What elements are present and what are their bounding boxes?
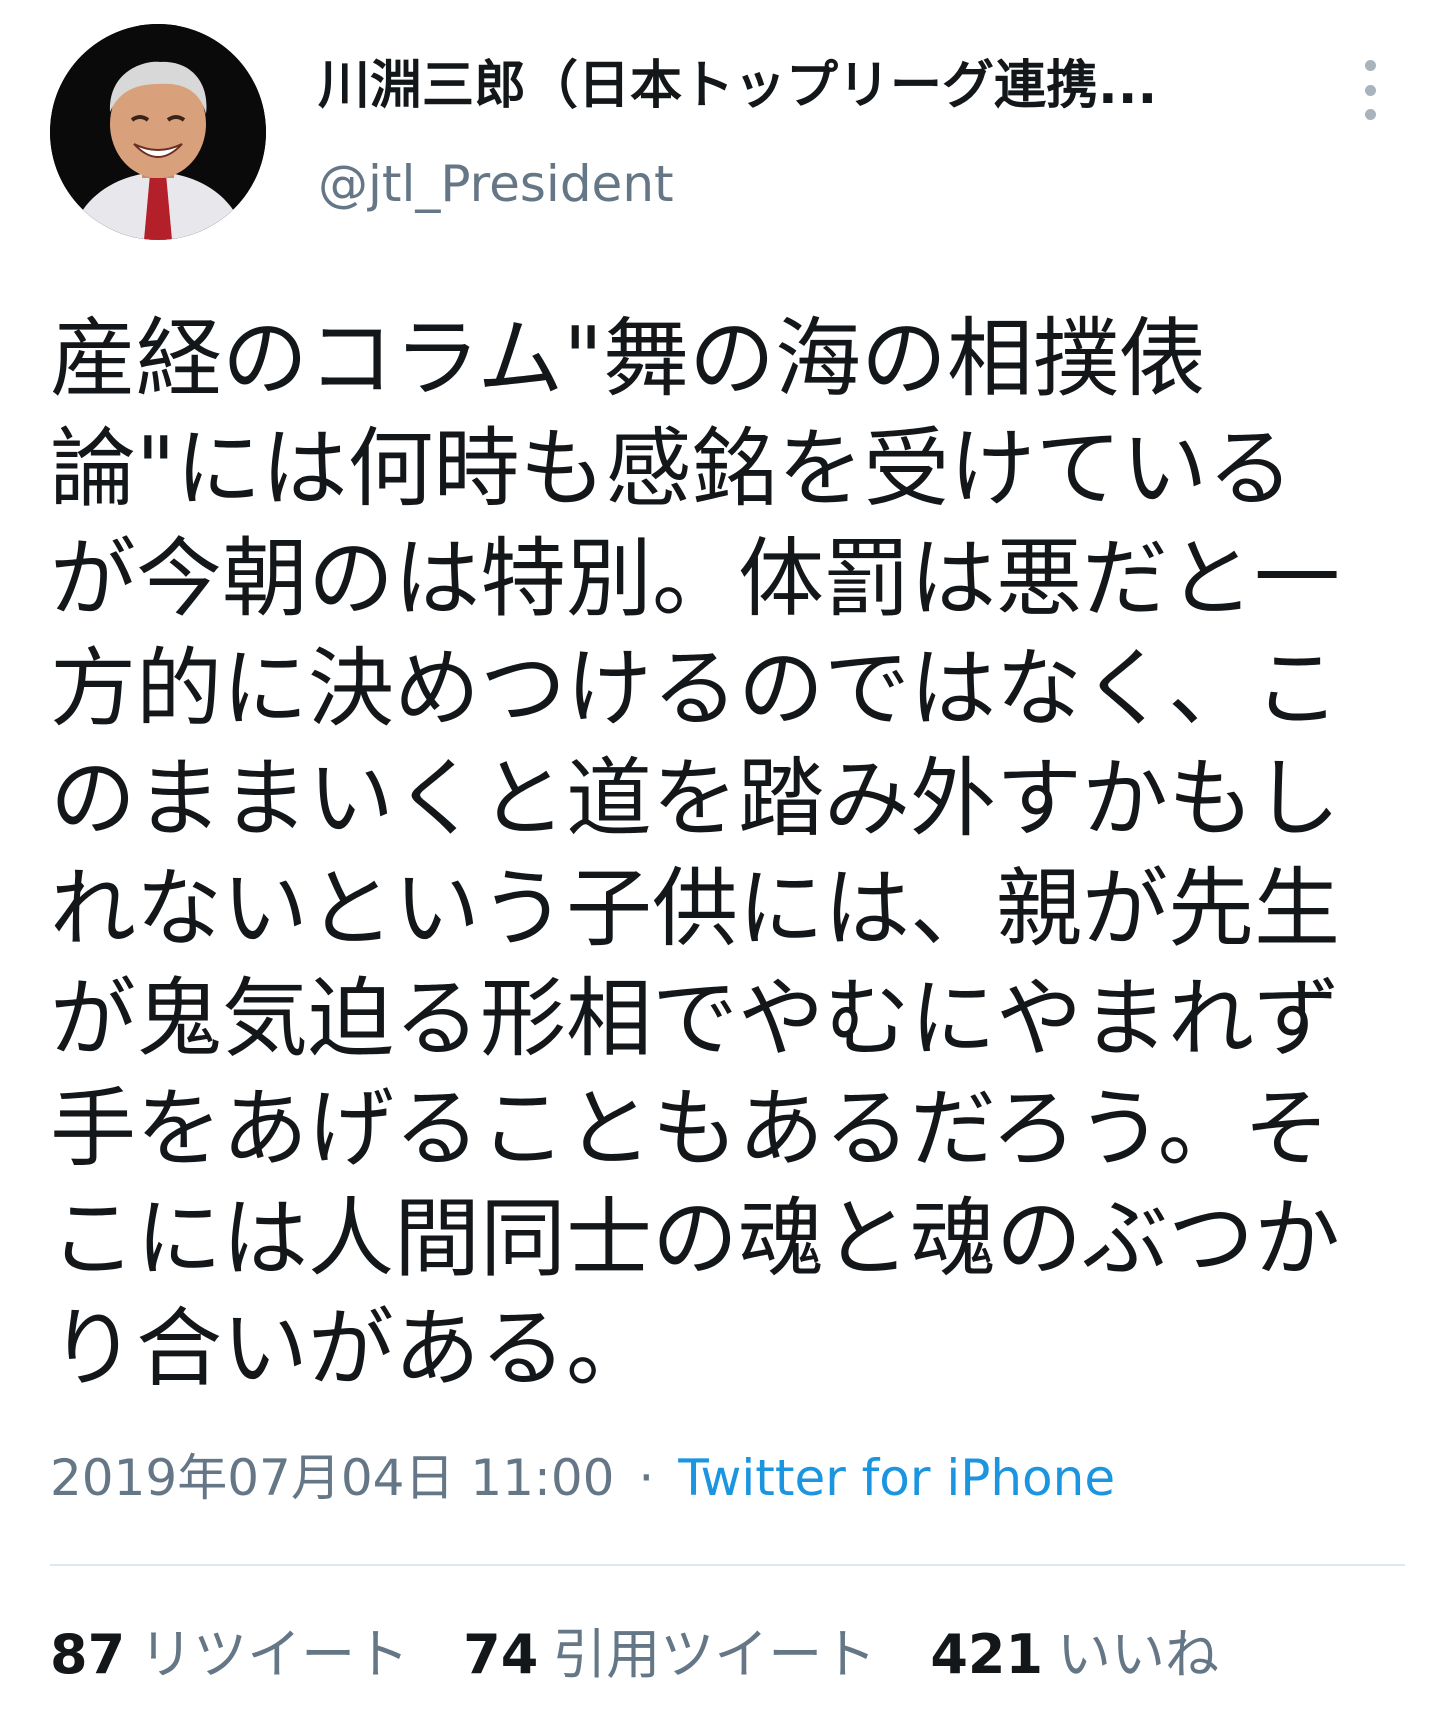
quotes-count: 74 bbox=[463, 1623, 539, 1686]
user-handle[interactable]: @jtl_President bbox=[318, 152, 674, 216]
meta-separator: · bbox=[638, 1449, 655, 1507]
likes-label: いいね bbox=[1057, 1623, 1220, 1686]
quotes-stat[interactable]: 74 引用ツイート bbox=[463, 1620, 876, 1690]
likes-stat[interactable]: 421 いいね bbox=[930, 1620, 1219, 1690]
tweet-stats: 87 リツイート 74 引用ツイート 421 いいね bbox=[50, 1620, 1273, 1690]
retweets-count: 87 bbox=[50, 1623, 126, 1686]
retweets-label: リツイート bbox=[139, 1623, 410, 1686]
more-vertical-icon[interactable] bbox=[1350, 60, 1390, 120]
menu-dot bbox=[1364, 60, 1376, 71]
quotes-label: 引用ツイート bbox=[552, 1623, 877, 1686]
menu-dot bbox=[1364, 84, 1376, 96]
tweet-timestamp[interactable]: 2019年07月04日 11:00 bbox=[50, 1449, 614, 1507]
menu-dot bbox=[1364, 109, 1376, 120]
likes-count: 421 bbox=[930, 1623, 1044, 1686]
tweet-detail: 川淵三郎（日本トップリーグ連携... @jtl_President 産経のコラム… bbox=[0, 0, 1440, 1718]
tweet-meta: 2019年07月04日 11:00 · Twitter for iPhone bbox=[50, 1446, 1115, 1510]
profile-photo bbox=[50, 24, 266, 240]
tweet-text: 産経のコラム"舞の海の相撲俵 論"には何時も感銘を受けている が今朝のは特別。体… bbox=[50, 309, 1340, 1399]
avatar[interactable] bbox=[50, 24, 266, 240]
tweet-source-link[interactable]: Twitter for iPhone bbox=[678, 1449, 1115, 1507]
retweets-stat[interactable]: 87 リツイート bbox=[50, 1620, 409, 1690]
divider bbox=[50, 1564, 1405, 1566]
display-name[interactable]: 川淵三郎（日本トップリーグ連携... bbox=[318, 54, 1268, 118]
